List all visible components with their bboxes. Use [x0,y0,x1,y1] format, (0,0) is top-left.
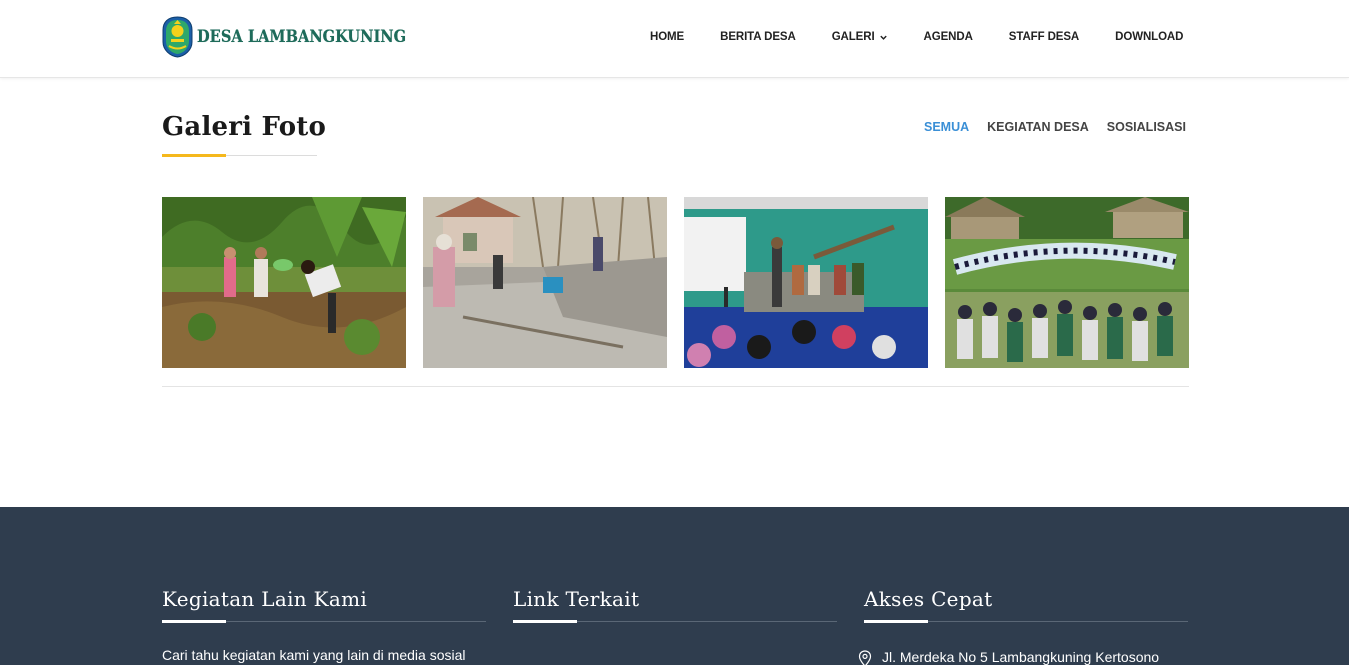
nav-item-home[interactable]: HOME [650,31,684,43]
title-accent-bar [162,154,226,157]
nav-label: AGENDA [923,31,973,43]
nav-label: GALERI [831,31,875,43]
map-pin-icon [858,650,872,665]
footer-accent-bar [864,620,928,623]
nav-label: STAFF DESA [1008,31,1080,43]
logo-text: DESA LAMBANGKUNING [197,27,407,47]
nav-item-download[interactable]: DOWNLOAD [1115,31,1183,43]
gallery-photo-socialization[interactable] [684,197,928,368]
photo-gallery [162,197,1189,368]
nav-item-staff-desa[interactable]: STAFF DESA [1009,31,1079,43]
site-logo[interactable]: DESA LAMBANGKUNING [162,16,440,58]
nav-label: DOWNLOAD [1115,31,1184,43]
filter-kegiatan-desa[interactable]: KEGIATAN DESA [987,120,1089,134]
nav-item-berita-desa[interactable]: BERITA DESA [720,31,796,43]
footer-address-text: Jl. Merdeka No 5 Lambangkuning Kertosono [882,649,1160,665]
page-title: Galeri Foto [162,112,327,142]
footer-address: Jl. Merdeka No 5 Lambangkuning Kertosono [858,647,1160,665]
gallery-photo-planting[interactable] [162,197,406,368]
site-footer: Kegiatan Lain Kami Cari tahu kegiatan ka… [0,507,1349,665]
footer-col-akses-cepat: Akses Cepat Jl. Merdeka No 5 Lambangkuni… [858,587,1188,665]
main-nav: HOME BERITA DESA GALERI AGENDA STAFF DES… [650,31,1219,43]
footer-heading: Akses Cepat [864,587,993,611]
gallery-divider [162,386,1189,387]
nav-label: BERITA DESA [720,31,796,43]
nav-item-galeri[interactable]: GALERI [832,31,888,43]
footer-col-kegiatan: Kegiatan Lain Kami Cari tahu kegiatan ka… [162,587,486,663]
footer-heading: Link Terkait [513,587,640,611]
filter-sosialisasi[interactable]: SOSIALISASI [1107,120,1186,134]
filter-semua[interactable]: SEMUA [924,120,969,134]
gallery-photo-tug-of-war[interactable] [945,197,1189,368]
footer-text: Cari tahu kegiatan kami yang lain di med… [162,647,466,663]
nav-label: HOME [650,31,685,43]
footer-accent-bar [162,620,226,623]
village-emblem-icon [162,16,193,58]
nav-item-agenda[interactable]: AGENDA [924,31,973,43]
chevron-down-icon [879,35,887,40]
footer-col-link-terkait: Link Terkait [513,587,837,623]
footer-accent-bar [513,620,577,623]
site-header: DESA LAMBANGKUNING HOME BERITA DESA GALE… [0,0,1349,78]
gallery-filter-tabs: SEMUA KEGIATAN DESA SOSIALISASI [924,120,1204,134]
gallery-photo-road-construction[interactable] [423,197,667,368]
footer-heading: Kegiatan Lain Kami [162,587,368,611]
